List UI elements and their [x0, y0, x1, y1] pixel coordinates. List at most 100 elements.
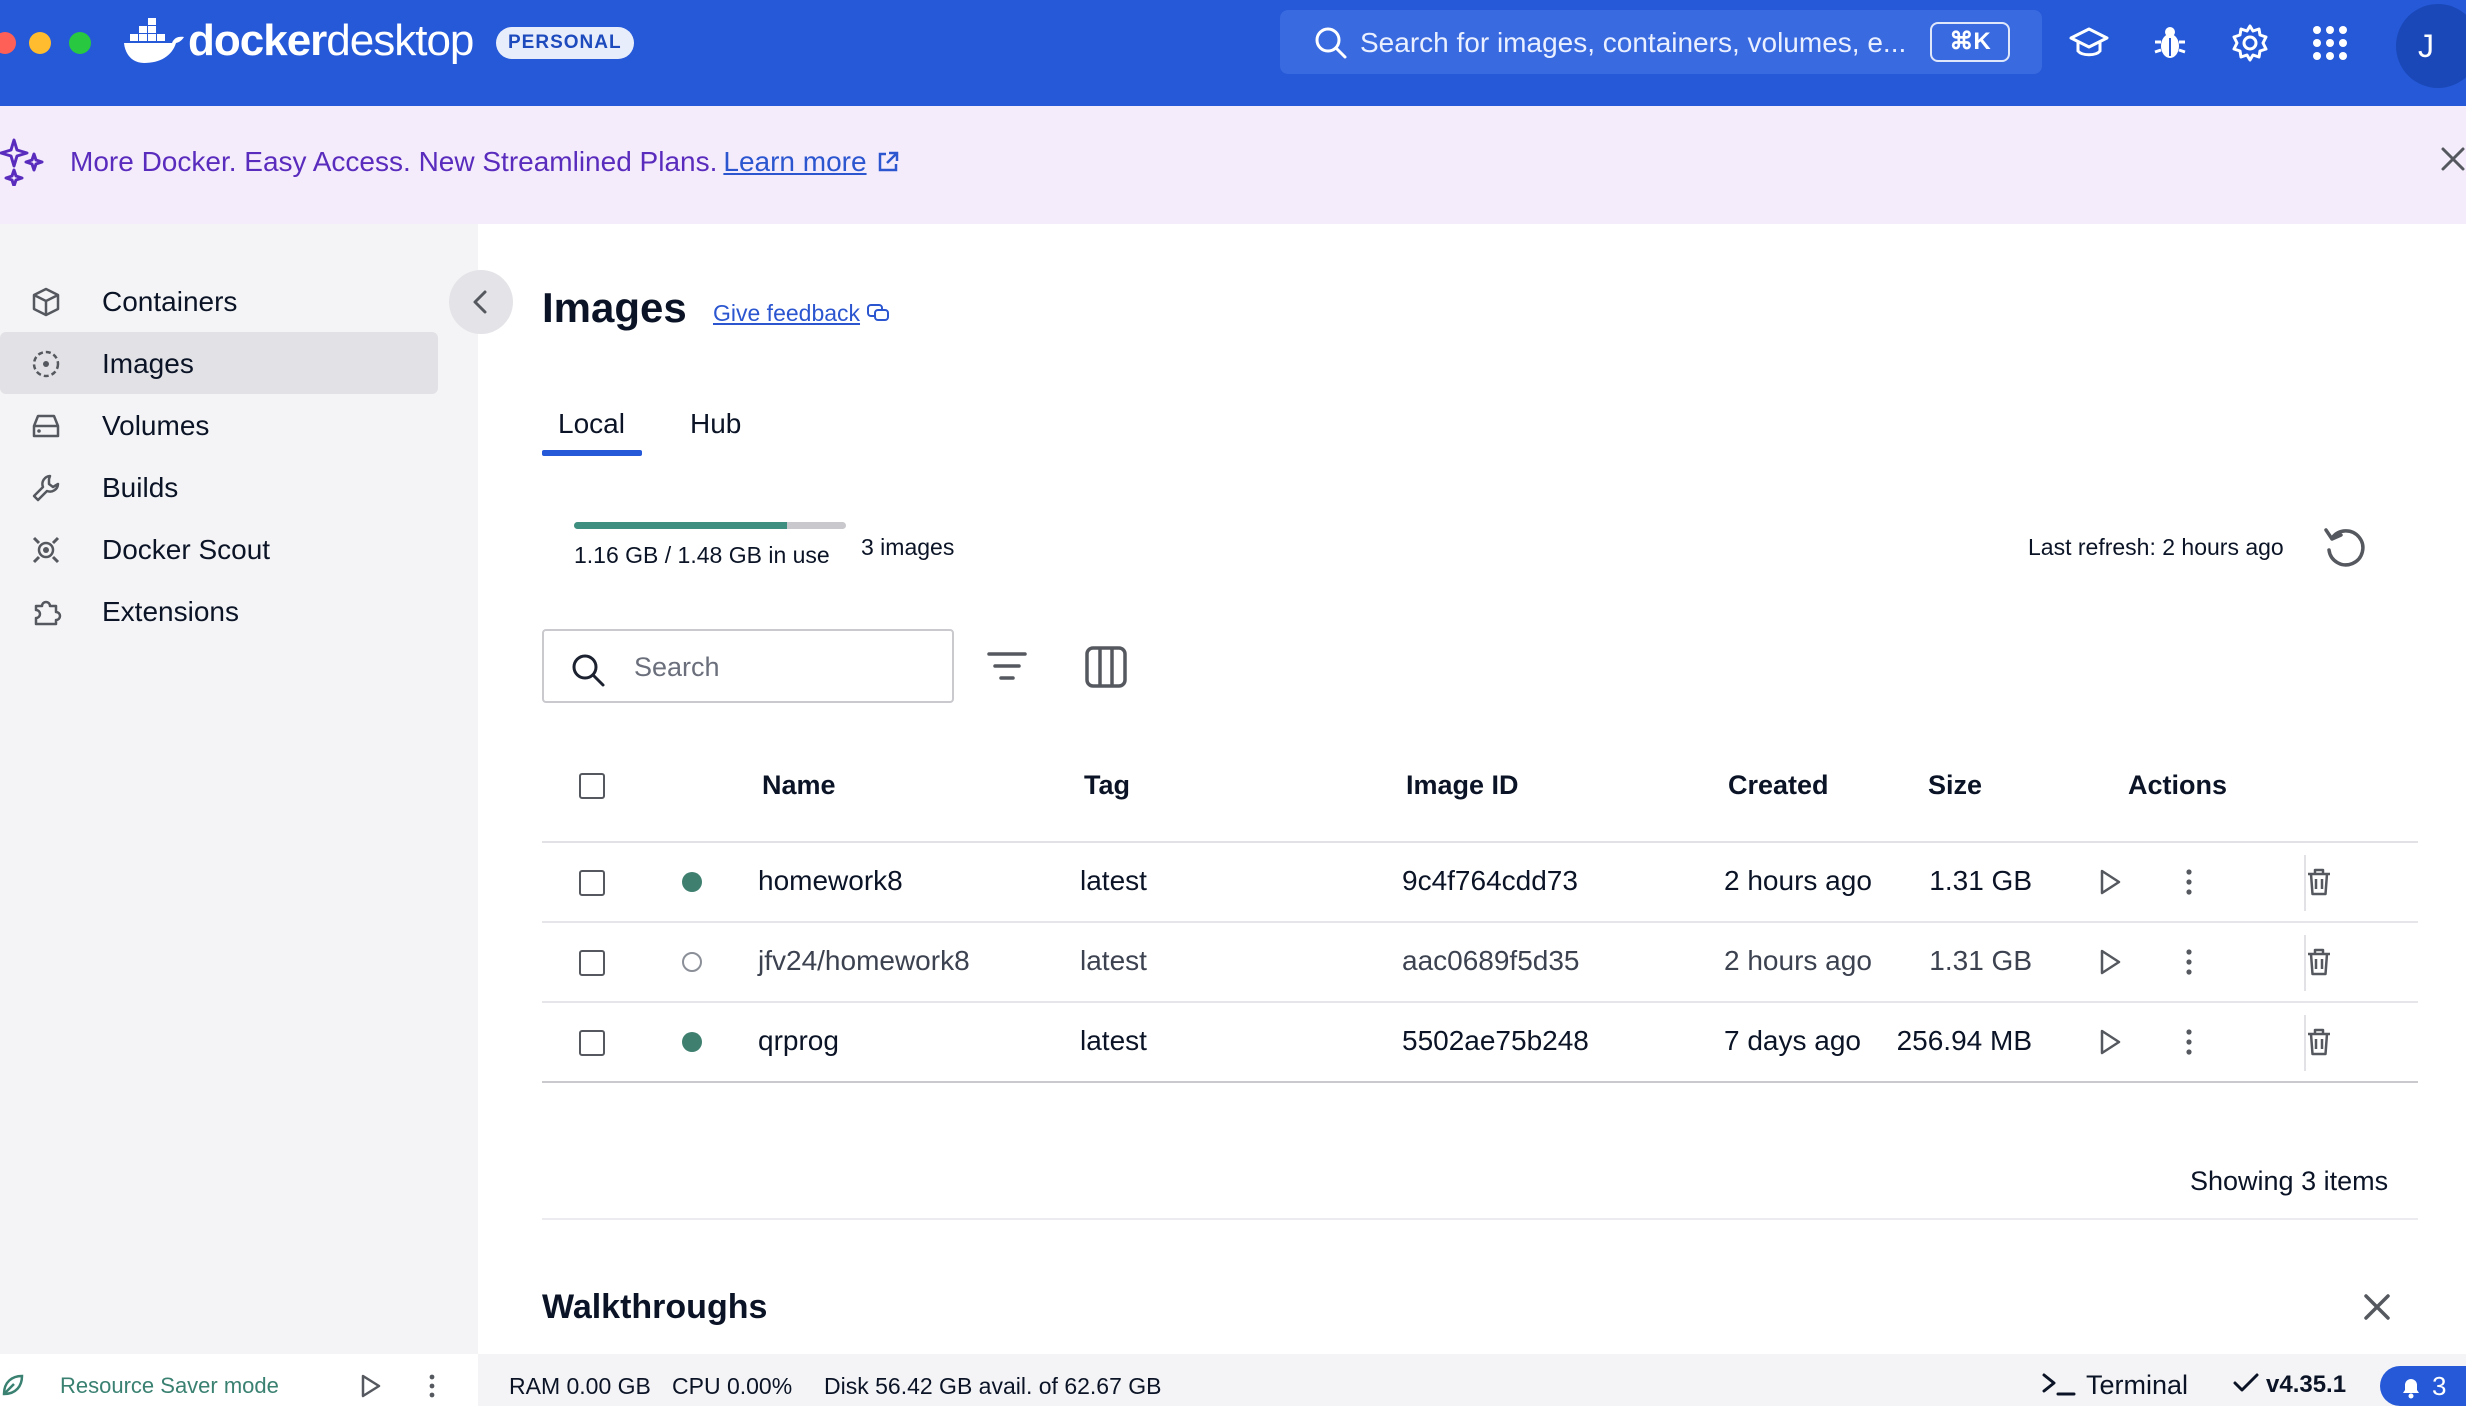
select-all-checkbox[interactable] [579, 773, 605, 799]
active-tab-indicator [542, 450, 642, 456]
search-icon [572, 654, 605, 687]
containers-icon [32, 287, 60, 317]
promo-banner: More Docker. Easy Access. New Streamline… [0, 106, 2466, 224]
sidebar-item-label: Builds [102, 472, 179, 503]
terminal-button[interactable]: Terminal [2040, 1370, 2188, 1401]
image-id: 9c4f764cdd73 [1402, 865, 1578, 896]
delete-trash-icon[interactable] [2302, 1025, 2336, 1059]
builds-wrench-icon [32, 474, 60, 502]
refresh-icon[interactable] [2322, 524, 2368, 570]
images-icon [32, 350, 60, 378]
image-id: aac0689f5d35 [1402, 945, 1580, 976]
learning-center-icon[interactable] [2068, 22, 2110, 64]
search-input[interactable] [634, 647, 934, 687]
image-name[interactable]: qrprog [758, 1025, 839, 1057]
sidebar-item-volumes[interactable]: Volumes [0, 394, 438, 456]
run-play-icon[interactable] [2092, 1025, 2126, 1059]
sidebar-item-label: Volumes [102, 410, 210, 441]
app-logo-text: dockerdesktop [188, 16, 474, 65]
unused-status-dot [682, 952, 702, 972]
ram-usage: RAM 0.00 GB [509, 1373, 651, 1399]
user-avatar[interactable]: J [2396, 4, 2466, 88]
image-tag: latest [1080, 865, 1147, 896]
last-refresh-text: Last refresh: 2 hours ago [2028, 534, 2284, 560]
image-size: 256.94 MB [1896, 1025, 2032, 1056]
column-header-name[interactable]: Name [762, 770, 836, 801]
sidebar-item-extensions[interactable]: Extensions [0, 580, 438, 642]
image-name[interactable]: jfv24/homework8 [758, 945, 970, 977]
window-zoom-button[interactable] [69, 32, 91, 54]
table-row[interactable]: homework8 latest 9c4f764cdd73 2 hours ag… [542, 843, 2418, 923]
column-header-created[interactable]: Created [1728, 770, 1829, 801]
collapse-sidebar-button[interactable] [449, 270, 513, 334]
column-header-actions: Actions [2128, 770, 2228, 800]
image-search-box[interactable] [542, 629, 954, 703]
column-header-size[interactable]: Size [1928, 770, 1982, 801]
resource-saver-leaf-icon [2, 1374, 24, 1396]
table-row[interactable]: jfv24/homework8 latest aac0689f5d35 2 ho… [542, 923, 2418, 1003]
disk-usage-text: 1.16 GB / 1.48 GB in use [574, 542, 830, 568]
search-icon [1315, 27, 1347, 59]
feedback-chat-icon [867, 304, 890, 321]
cpu-usage: CPU 0.00% [672, 1373, 793, 1399]
showing-count: Showing 3 items [2190, 1166, 2389, 1196]
run-play-icon[interactable] [2092, 865, 2126, 899]
filter-icon[interactable] [986, 646, 1028, 686]
walkthroughs-heading: Walkthroughs [542, 1288, 768, 1326]
sidebar-item-containers[interactable]: Containers [0, 270, 438, 332]
disk-usage-fill [574, 522, 788, 529]
give-feedback-link[interactable]: Give feedback [713, 300, 890, 327]
close-icon[interactable] [2362, 1292, 2392, 1322]
sidebar-item-docker-scout[interactable]: Docker Scout [0, 518, 438, 580]
table-row[interactable]: qrprog latest 5502ae75b248 7 days ago 25… [542, 1003, 2418, 1083]
resource-saver-status[interactable]: Resource Saver mode [60, 1373, 279, 1399]
more-options-icon[interactable] [2172, 945, 2206, 979]
sidebar-item-label: Containers [102, 286, 238, 317]
row-checkbox[interactable] [579, 950, 605, 976]
notifications-button[interactable]: 3 [2380, 1366, 2466, 1406]
window-minimize-button[interactable] [29, 32, 51, 54]
columns-icon[interactable] [1084, 645, 1128, 689]
top-bar: dockerdesktop PERSONAL Search for images… [0, 0, 2466, 106]
tab-local[interactable]: Local [558, 408, 625, 440]
more-options-icon[interactable] [2172, 865, 2206, 899]
disk-usage-bar [574, 522, 846, 529]
docker-whale-icon [124, 18, 184, 63]
settings-gear-icon[interactable] [2229, 22, 2271, 64]
image-tag: latest [1080, 1025, 1147, 1056]
delete-trash-icon[interactable] [2302, 945, 2336, 979]
more-options-icon[interactable] [2172, 1025, 2206, 1059]
run-play-icon[interactable] [2092, 945, 2126, 979]
troubleshoot-bug-icon[interactable] [2149, 22, 2191, 64]
terminal-prompt-icon [2042, 1373, 2076, 1396]
image-created: 2 hours ago [1724, 945, 1872, 976]
global-search-placeholder: Search for images, containers, volumes, … [1360, 27, 1907, 58]
extensions-grid-icon[interactable] [2309, 22, 2351, 64]
column-header-tag[interactable]: Tag [1084, 770, 1130, 801]
version-status[interactable]: v4.35.1 [2232, 1371, 2346, 1399]
row-checkbox[interactable] [579, 1030, 605, 1056]
close-icon[interactable] [2440, 146, 2466, 172]
engine-play-icon[interactable] [356, 1372, 384, 1400]
image-name[interactable]: homework8 [758, 865, 903, 897]
window-close-button[interactable] [0, 32, 16, 54]
image-id: 5502ae75b248 [1402, 1025, 1589, 1056]
external-link-icon [878, 151, 898, 172]
delete-trash-icon[interactable] [2302, 865, 2336, 899]
column-header-image-id[interactable]: Image ID [1406, 770, 1519, 801]
global-search-bar[interactable]: Search for images, containers, volumes, … [1280, 10, 2042, 74]
search-shortcut-badge: ⌘K [1930, 22, 2010, 62]
plan-badge: PERSONAL [496, 27, 634, 59]
sidebar-item-images[interactable]: Images [0, 332, 438, 394]
image-size: 1.31 GB [1929, 945, 2032, 976]
sparkle-icon [0, 138, 44, 186]
row-checkbox[interactable] [579, 870, 605, 896]
learn-more-link[interactable]: Learn more [723, 146, 866, 177]
disk-availability: Disk 56.42 GB avail. of 62.67 GB [824, 1373, 1162, 1399]
more-options-icon[interactable] [424, 1372, 440, 1400]
banner-message: More Docker. Easy Access. New Streamline… [70, 146, 901, 178]
volumes-icon [32, 414, 60, 438]
tab-hub[interactable]: Hub [690, 408, 741, 440]
sidebar-item-builds[interactable]: Builds [0, 456, 438, 518]
image-tag: latest [1080, 945, 1147, 976]
